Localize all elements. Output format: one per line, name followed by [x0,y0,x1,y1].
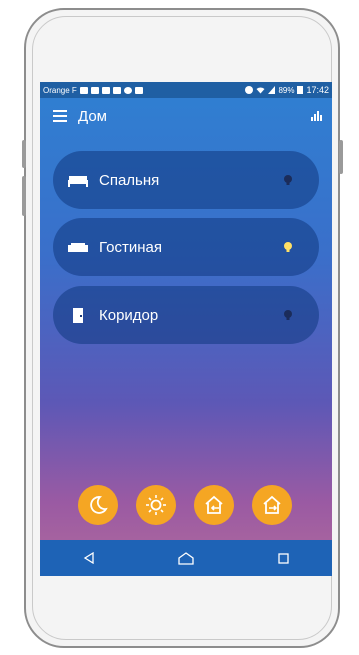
back-button[interactable] [69,540,109,576]
hamburger-icon[interactable] [53,110,67,122]
battery-percent: 89% [278,85,295,95]
recents-button[interactable] [263,540,303,576]
home-exit-icon [263,495,281,514]
page-title: Дом [78,107,107,125]
notification-icon [90,86,99,94]
bed-icon [67,173,89,187]
bulb-icon[interactable] [283,242,293,252]
notification-icon [134,86,143,94]
volume-up-button [22,140,26,168]
power-button [339,140,343,174]
volume-down-button [22,176,26,216]
room-card-bedroom[interactable]: Спальня [53,151,319,209]
room-card-living-room[interactable]: Гостиная [53,218,319,276]
app-bar: Дом [40,98,332,134]
bulb-icon[interactable] [283,310,293,320]
navigation-bar [40,540,332,576]
notification-icon [101,86,110,94]
leave-home-button[interactable] [252,485,292,525]
sun-icon [146,495,166,515]
notification-icon [79,86,88,94]
moon-icon [90,496,108,514]
home-button[interactable] [166,540,206,576]
signal-icon [268,86,276,94]
door-icon [67,308,89,323]
calendar-icon [112,86,121,94]
home-icon [178,551,194,565]
home-enter-icon [205,495,223,514]
carrier-label: Orange F [43,85,77,95]
phone-screen: Orange F 89% 17:42 Дом Спальня Гостиная … [40,82,332,576]
sofa-icon [67,240,89,254]
come-home-button[interactable] [194,485,234,525]
wifi-icon [256,87,265,94]
bulb-icon[interactable] [283,175,293,185]
sync-icon [245,86,254,94]
recents-icon [278,552,289,564]
clock: 17:42 [306,85,329,95]
notification-icon [123,86,132,94]
back-icon [83,552,94,564]
day-mode-button[interactable] [136,485,176,525]
quick-actions [40,485,332,525]
battery-icon [297,86,304,94]
status-bar: Orange F 89% 17:42 [40,82,332,98]
room-card-corridor[interactable]: Коридор [53,286,319,344]
bar-chart-icon[interactable] [311,111,322,121]
night-mode-button[interactable] [78,485,118,525]
